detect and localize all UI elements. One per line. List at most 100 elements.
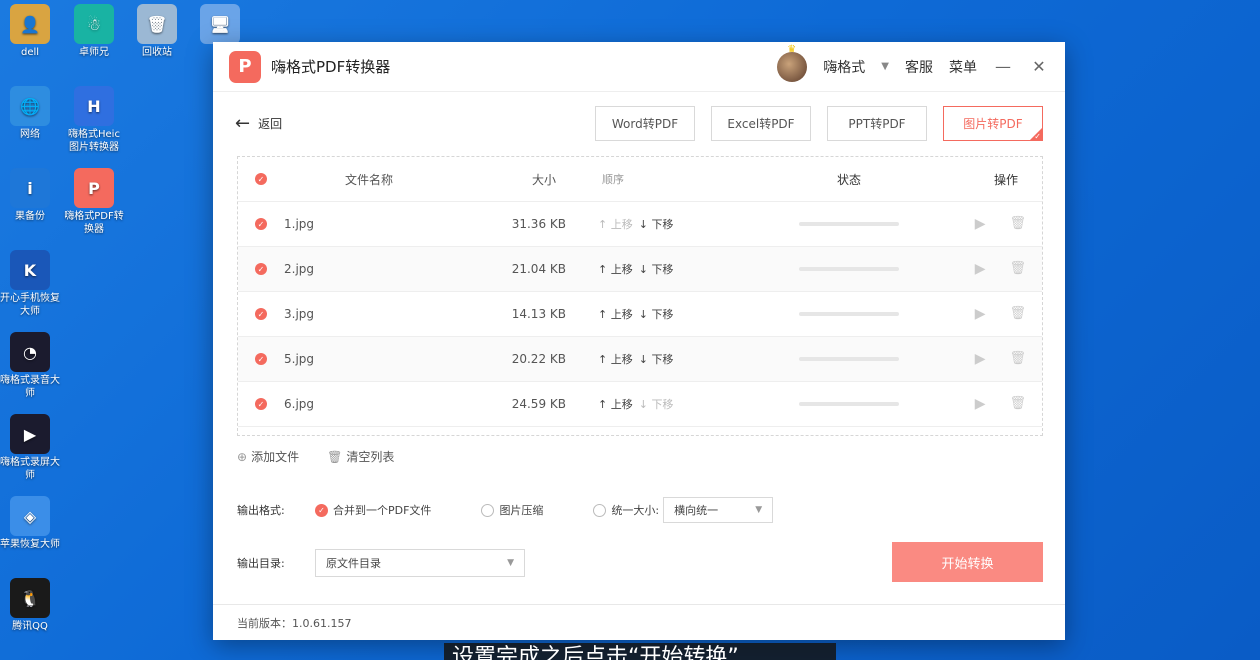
desktop-icon[interactable]: 👤 dell: [0, 4, 62, 59]
move-down-button[interactable]: ↓ 下移: [639, 216, 674, 232]
select-all-checkbox[interactable]: ✓: [255, 173, 267, 185]
tab-0[interactable]: Word转PDF: [595, 105, 695, 141]
file-name: 3.jpg: [284, 307, 315, 321]
desktop-icon[interactable]: i 果备份: [0, 168, 62, 223]
move-up-button[interactable]: ↑ 上移: [598, 261, 633, 277]
desktop-icon-label: 嗨格式Heic 图片转换器: [68, 129, 120, 153]
trash-icon[interactable]: 🗑: [1009, 216, 1026, 232]
move-up-button[interactable]: ↑ 上移: [598, 351, 633, 367]
play-icon[interactable]: ▶: [975, 396, 986, 412]
trash-icon: 🗑: [327, 450, 343, 464]
desktop-icon-label: 回收站: [142, 47, 172, 58]
chevron-down-icon[interactable]: ▼: [881, 61, 889, 72]
output-option-1[interactable]: 图片压缩: [481, 502, 543, 518]
move-down-label: 下移: [651, 218, 674, 231]
row-checkbox[interactable]: ✓: [255, 263, 267, 275]
desktop-icon-label: 开心手机恢复 大师: [0, 293, 60, 317]
start-convert-button[interactable]: 开始转换: [892, 542, 1043, 582]
file-size: 24.59 KB: [511, 397, 566, 411]
file-size: 21.04 KB: [511, 262, 566, 276]
user-avatar[interactable]: ♛: [777, 44, 808, 82]
tab-1[interactable]: Excel转PDF: [711, 105, 811, 141]
progress-bar: [799, 357, 899, 361]
file-size: 20.22 KB: [511, 352, 566, 366]
row-checkbox[interactable]: ✓: [255, 353, 267, 365]
file-size: 14.13 KB: [511, 307, 566, 321]
radio-icon: [481, 503, 495, 517]
minimize-button[interactable]: —: [993, 57, 1013, 76]
file-name: 1.jpg: [284, 217, 315, 231]
file-name: 2.jpg: [284, 262, 315, 276]
output-dir-label: 输出目录:: [237, 557, 285, 570]
conversion-tabs: Word转PDF Excel转PDF PPT转PDF 图片转PDF ✓: [595, 105, 1043, 141]
chevron-down-icon: ▼: [755, 505, 763, 515]
desktop-icon[interactable]: ▶ 嗨格式录屏大 师: [0, 414, 62, 482]
customer-service-button[interactable]: 客服: [905, 57, 933, 77]
output-option-2[interactable]: 统一大小:: [593, 502, 659, 518]
back-button[interactable]: ← 返回: [235, 113, 282, 134]
desktop-icon[interactable]: H 嗨格式Heic 图片转换器: [62, 86, 126, 154]
clear-list-button[interactable]: 🗑 清空列表: [327, 448, 394, 465]
play-icon[interactable]: ▶: [975, 261, 986, 277]
row-checkbox[interactable]: ✓: [255, 308, 267, 320]
footer: 当前版本：1.0.61.157: [213, 604, 1065, 640]
file-table: ✓ 文件名称 大小 顺序 状态 操作 ✓ 1.jpg 31.36 KB ↑ 上移…: [237, 156, 1043, 436]
app-icon: 🐧: [10, 578, 50, 618]
user-name[interactable]: 嗨格式: [823, 57, 865, 77]
row-checkbox[interactable]: ✓: [255, 398, 267, 410]
desktop-icon[interactable]: K 开心手机恢复 大师: [0, 250, 62, 318]
move-up-label: 上移: [610, 308, 633, 321]
output-option-0[interactable]: ✓ 合并到一个PDF文件: [315, 502, 431, 518]
move-down-button[interactable]: ↓ 下移: [639, 351, 674, 367]
move-up-button[interactable]: ↑ 上移: [598, 306, 633, 322]
move-down-label: 下移: [651, 263, 674, 276]
move-up-label: 上移: [610, 263, 633, 276]
add-file-button[interactable]: ⊕ 添加文件: [237, 448, 299, 465]
move-up-button[interactable]: ↑ 上移: [598, 216, 633, 232]
desktop-icon[interactable]: P 嗨格式PDF转 换器: [62, 168, 126, 236]
move-up-label: 上移: [610, 353, 633, 366]
table-row: ✓ 3.jpg 14.13 KB ↑ 上移 ↓ 下移 ▶ 🗑: [238, 292, 1042, 337]
output-option-label: 合并到一个PDF文件: [333, 504, 432, 517]
desktop-icon-label: 网络: [20, 129, 40, 140]
play-icon[interactable]: ▶: [975, 351, 986, 367]
move-down-label: 下移: [651, 398, 674, 411]
tab-3[interactable]: 图片转PDF ✓: [943, 105, 1043, 141]
desktop-icon[interactable]: ☃ 卓师兄: [62, 4, 126, 59]
trash-icon[interactable]: 🗑: [1009, 261, 1026, 277]
version-text: 当前版本：1.0.61.157: [237, 616, 352, 630]
desktop-icon[interactable]: 🌐 网络: [0, 86, 62, 141]
desktop-icon[interactable]: ◔ 嗨格式录音大 师: [0, 332, 62, 400]
progress-bar: [799, 222, 899, 226]
app-icon: ◔: [10, 332, 50, 372]
menu-button[interactable]: 菜单: [949, 57, 977, 77]
progress-bar: [799, 402, 899, 406]
output-dir-select[interactable]: 原文件目录 ▼: [315, 549, 525, 577]
app-icon: ☃: [74, 4, 114, 44]
desktop-icon-label: 卓师兄: [79, 47, 109, 58]
app-icon: 🗑: [137, 4, 177, 44]
play-icon[interactable]: ▶: [975, 216, 986, 232]
trash-icon[interactable]: 🗑: [1009, 306, 1026, 322]
back-label: 返回: [258, 116, 283, 131]
size-select[interactable]: 横向统一 ▼: [663, 497, 774, 523]
move-down-button[interactable]: ↓ 下移: [639, 306, 674, 322]
desktop-icon[interactable]: ◈ 苹果恢复大师: [0, 496, 62, 551]
move-down-button[interactable]: ↓ 下移: [639, 261, 674, 277]
move-up-button[interactable]: ↑ 上移: [598, 396, 633, 412]
trash-icon[interactable]: 🗑: [1009, 396, 1026, 412]
output-option-label: 图片压缩: [499, 504, 544, 517]
move-down-button[interactable]: ↓ 下移: [639, 396, 674, 412]
row-checkbox[interactable]: ✓: [255, 218, 267, 230]
app-icon: 🌐: [10, 86, 50, 126]
app-icon: 🖥: [200, 4, 240, 44]
desktop-icon[interactable]: 🗑 回收站: [125, 4, 189, 59]
trash-icon[interactable]: 🗑: [1009, 351, 1026, 367]
app-logo-icon: P: [229, 50, 261, 83]
desktop-icon[interactable]: 🐧 腾讯QQ: [0, 578, 62, 633]
app-window: P 嗨格式PDF转换器 ♛ 嗨格式 ▼ 客服 菜单 — ✕ ← 返回 Word转…: [213, 42, 1065, 640]
play-icon[interactable]: ▶: [975, 306, 986, 322]
close-button[interactable]: ✕: [1029, 57, 1049, 76]
output-option-label: 统一大小:: [611, 504, 660, 517]
tab-2[interactable]: PPT转PDF: [827, 105, 927, 141]
